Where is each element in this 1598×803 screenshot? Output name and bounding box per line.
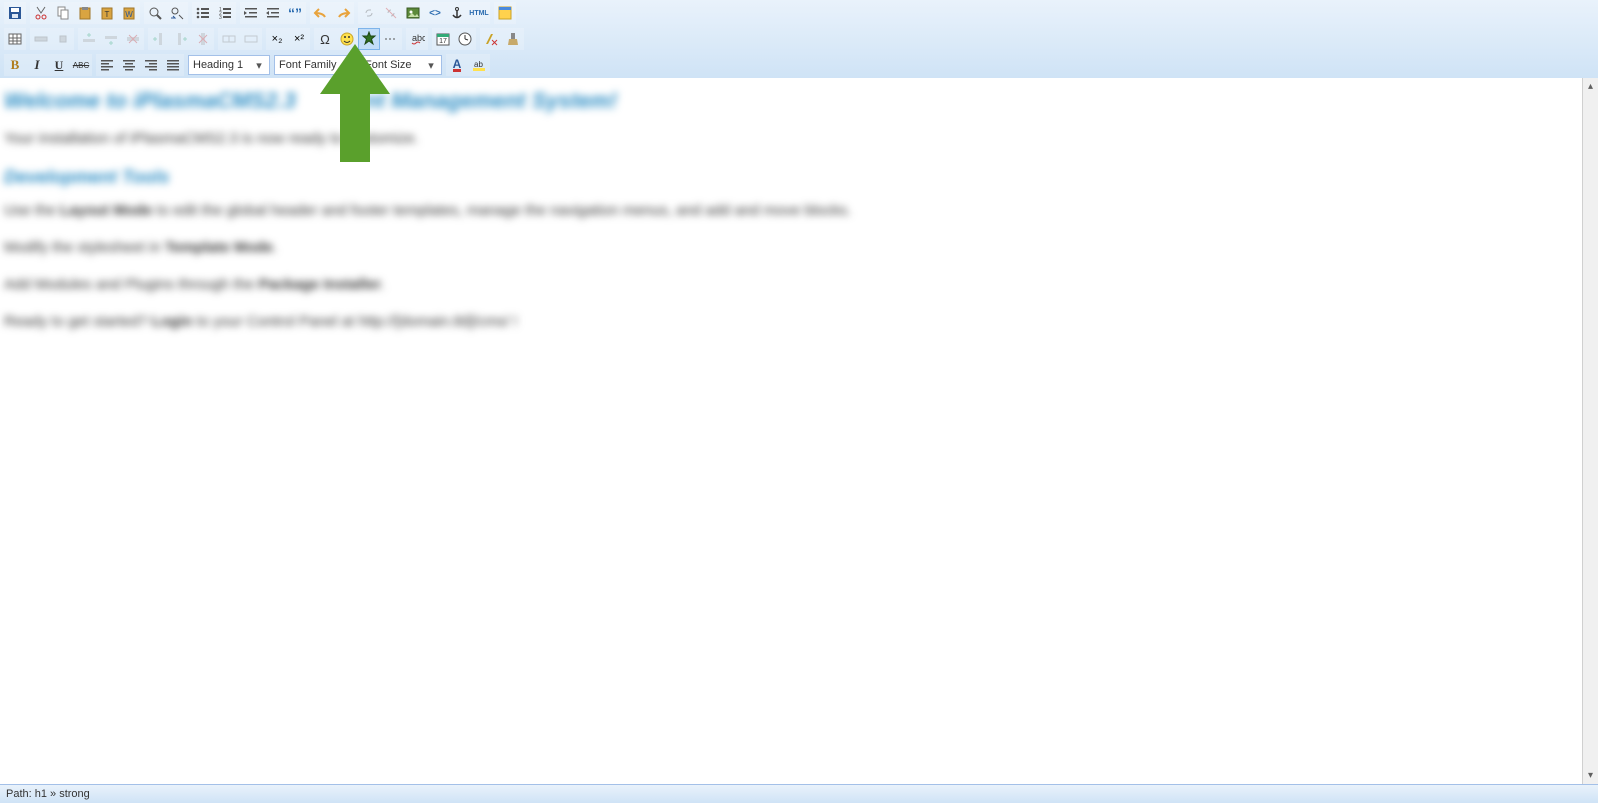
redo-button[interactable] (332, 2, 354, 24)
insert-row-after-button[interactable] (100, 28, 122, 50)
doc-heading-2: Development Tools (4, 167, 1578, 188)
fullscreen-button[interactable] (494, 2, 516, 24)
undo-button[interactable] (310, 2, 332, 24)
table-row-props-button[interactable] (30, 28, 52, 50)
forecolor-button[interactable]: A (446, 54, 468, 76)
table-cell-props-button[interactable] (52, 28, 74, 50)
svg-text:abc: abc (412, 33, 425, 43)
backcolor-button[interactable]: ab (468, 54, 490, 76)
svg-text:ab: ab (474, 60, 483, 69)
scroll-up-button[interactable]: ▴ (1583, 78, 1598, 95)
svg-text:3: 3 (219, 15, 222, 21)
align-center-button[interactable] (118, 54, 140, 76)
align-justify-button[interactable] (162, 54, 184, 76)
doc-paragraph: Your installation of iPlasmaCMS2.3 is no… (4, 130, 1578, 147)
find-button[interactable] (144, 2, 166, 24)
align-left-button[interactable] (96, 54, 118, 76)
superscript-button[interactable]: ×² (288, 28, 310, 50)
editor-toolbar: T W 123 “” <> HTML (0, 0, 1598, 79)
toolbar-row-1: T W 123 “” <> HTML (0, 0, 1598, 26)
font-size-dropdown[interactable]: Font Size ▾ (360, 55, 442, 75)
chevron-down-icon: ▾ (253, 59, 265, 72)
align-right-button[interactable] (140, 54, 162, 76)
insert-time-button[interactable] (454, 28, 476, 50)
svg-text:T: T (105, 10, 110, 19)
paste-word-button[interactable]: W (118, 2, 140, 24)
element-path[interactable]: Path: h1 » strong (6, 788, 90, 800)
html-button[interactable]: HTML (468, 2, 490, 24)
insert-col-after-button[interactable] (170, 28, 192, 50)
italic-button[interactable]: I (26, 54, 48, 76)
format-dropdown[interactable]: Heading 1 ▾ (188, 55, 270, 75)
insert-row-before-button[interactable] (78, 28, 100, 50)
editor-content[interactable]: Welcome to iPlasmaCMS2.3 Content Managem… (0, 78, 1582, 784)
merge-cells-button[interactable] (240, 28, 262, 50)
copy-button[interactable] (52, 2, 74, 24)
link-button[interactable] (358, 2, 380, 24)
chevron-down-icon: ▾ (425, 59, 437, 72)
doc-paragraph: Add Modules and Plugins through the Pack… (4, 276, 1578, 293)
status-bar: Path: h1 » strong (0, 784, 1598, 803)
toolbar-row-3: B I U ABC Heading 1 ▾ Font Family ▾ Font… (0, 52, 1598, 78)
cut-button[interactable] (30, 2, 52, 24)
svg-text:17: 17 (439, 38, 447, 45)
doc-paragraph: Modify the stylesheet in Template Mode. (4, 239, 1578, 256)
delete-col-button[interactable] (192, 28, 214, 50)
emoticon-button[interactable] (336, 28, 358, 50)
bold-button[interactable]: B (4, 54, 26, 76)
special-char-button[interactable]: Ω (314, 28, 336, 50)
image-button[interactable] (402, 2, 424, 24)
split-cells-button[interactable] (218, 28, 240, 50)
outdent-button[interactable] (240, 2, 262, 24)
vertical-scrollbar[interactable]: ▴ ▾ (1582, 78, 1598, 784)
unlink-button[interactable] (380, 2, 402, 24)
insert-col-before-button[interactable] (148, 28, 170, 50)
blockquote-button[interactable]: “” (284, 2, 306, 24)
indent-button[interactable] (262, 2, 284, 24)
paste-button[interactable] (74, 2, 96, 24)
strikethrough-button[interactable]: ABC (70, 54, 92, 76)
insert-date-button[interactable]: 17 (432, 28, 454, 50)
scroll-down-button[interactable]: ▾ (1583, 767, 1598, 784)
svg-text:W: W (125, 10, 133, 19)
paste-text-button[interactable]: T (96, 2, 118, 24)
replace-button[interactable] (166, 2, 188, 24)
unordered-list-button[interactable] (192, 2, 214, 24)
document-body: Welcome to iPlasmaCMS2.3 Content Managem… (4, 88, 1578, 330)
doc-paragraph: Ready to get started? Login to your Cont… (4, 313, 1578, 330)
anchor-button[interactable] (446, 2, 468, 24)
cleanup-button[interactable] (502, 28, 524, 50)
underline-button[interactable]: U (48, 54, 70, 76)
insert-snippet-button[interactable] (358, 28, 380, 50)
page-break-button[interactable] (380, 28, 402, 50)
font-family-dropdown[interactable]: Font Family ▾ (274, 55, 356, 75)
remove-format-button[interactable] (480, 28, 502, 50)
delete-row-button[interactable] (122, 28, 144, 50)
doc-heading-1: Welcome to iPlasmaCMS2.3 Content Managem… (4, 88, 1578, 114)
subscript-button[interactable]: ×₂ (266, 28, 288, 50)
chevron-down-icon: ▾ (339, 59, 351, 72)
toolbar-row-2: ×₂ ×² Ω abc 17 (0, 26, 1598, 52)
spellcheck-button[interactable]: abc (406, 28, 428, 50)
code-button[interactable]: <> (424, 2, 446, 24)
insert-table-button[interactable] (4, 28, 26, 50)
save-button[interactable] (4, 2, 26, 24)
doc-paragraph: Use the Layout Mode to edit the global h… (4, 202, 1578, 219)
ordered-list-button[interactable]: 123 (214, 2, 236, 24)
